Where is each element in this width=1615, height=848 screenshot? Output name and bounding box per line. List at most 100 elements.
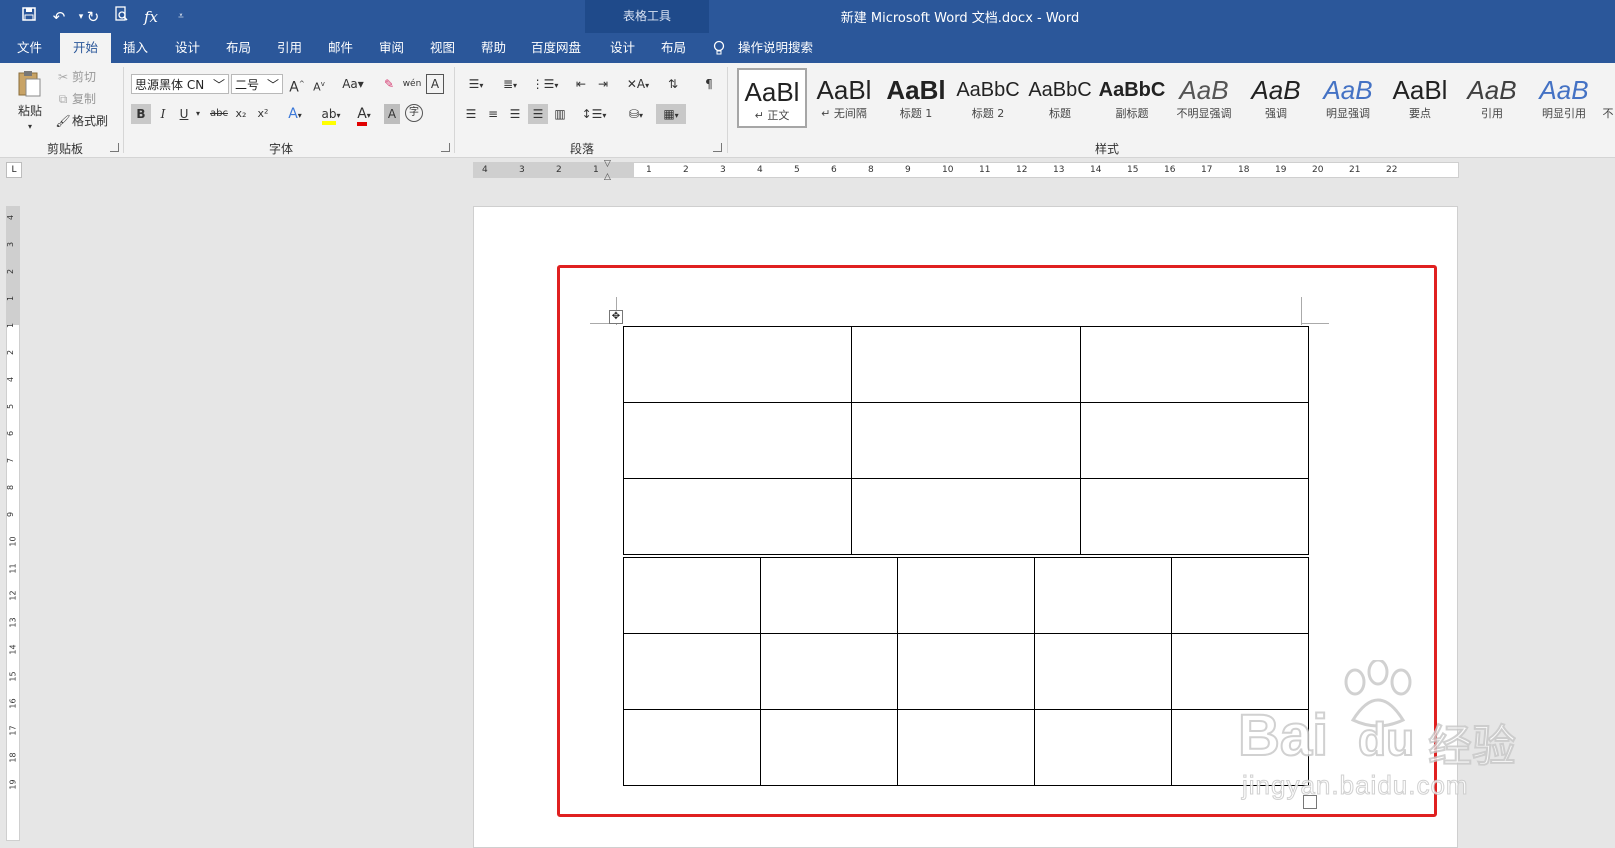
align-center-icon[interactable]: ≡ — [484, 104, 502, 124]
tab-mailings[interactable]: 邮件 — [315, 33, 366, 63]
tab-file[interactable]: 文件 — [4, 33, 55, 63]
justify-icon[interactable]: ☰ — [528, 104, 548, 124]
undo-icon[interactable]: ↶ — [48, 6, 70, 28]
horizontal-ruler[interactable]: ▽ △ 4 3 2 1 1 2 3 4 5 6 8 9 10 11 12 13 14 15 16 17 18 19 20 21… — [473, 159, 1459, 182]
line-spacing-icon: ↕☰ — [581, 107, 603, 121]
ruler-tick-label: 4 — [6, 376, 16, 383]
tab-view[interactable]: 视图 — [417, 33, 468, 63]
strikethrough-button[interactable]: abc — [208, 104, 230, 124]
italic-button[interactable]: I — [153, 104, 173, 124]
style-name: 强调 — [1265, 107, 1287, 120]
style-name: 标题 1 — [899, 107, 933, 120]
highlight-color-button[interactable]: ab▾ — [316, 104, 346, 125]
tab-design[interactable]: 设计 — [162, 33, 213, 63]
copy-button[interactable]: 复制 — [72, 89, 96, 109]
redo-icon[interactable]: ↻ — [82, 6, 104, 28]
style-partial[interactable]: 不 — [1601, 68, 1615, 128]
watermark: Bai du 经验 jingyan.baidu.com — [1237, 660, 1558, 801]
ruler-tick-label: 15 — [8, 671, 18, 682]
style-intense-emphasis[interactable]: AaB 明显强调 — [1313, 68, 1383, 128]
borders-icon: ▦ — [663, 107, 675, 121]
title-bar: ↶ ▾ ↻ fx ⩡ 表格工具 新建 Microsoft Word 文档.doc… — [0, 0, 1615, 63]
line-spacing-button[interactable]: ↕☰▾ — [580, 104, 608, 124]
style-title[interactable]: AaBbC 标题 — [1025, 68, 1095, 128]
clear-format-icon[interactable]: ✎ — [380, 74, 398, 94]
style-quote[interactable]: AaB 引用 — [1457, 68, 1527, 128]
multilevel-list-button[interactable]: ⋮☰▾ — [530, 74, 560, 94]
chinese-layout-button[interactable]: ✕A▾ — [624, 74, 652, 94]
tab-baidu-netdisk[interactable]: 百度网盘 — [518, 33, 594, 63]
tab-insert[interactable]: 插入 — [110, 33, 161, 63]
clipboard-icon[interactable] — [14, 69, 44, 99]
style-heading-1[interactable]: AaBl 标题 1 — [881, 68, 951, 128]
show-marks-icon[interactable]: ¶ — [700, 74, 718, 94]
style-sample: AaBbC — [956, 79, 1020, 101]
ruler-tick-label: 2 — [6, 268, 16, 275]
sort-icon[interactable]: ⇅ — [664, 74, 682, 94]
character-shading-button[interactable]: A — [384, 104, 400, 124]
style-emphasis[interactable]: AaB 强调 — [1241, 68, 1311, 128]
bold-button[interactable]: B — [131, 104, 151, 124]
style-subtle-emphasis[interactable]: AaB 不明显强调 — [1169, 68, 1239, 128]
font-color-button[interactable]: A▾ — [350, 104, 378, 126]
tab-table-layout[interactable]: 布局 — [648, 33, 699, 63]
tab-table-design[interactable]: 设计 — [597, 33, 648, 63]
tab-layout[interactable]: 布局 — [213, 33, 264, 63]
paste-dropdown-icon[interactable]: ▾ — [22, 117, 38, 137]
tab-selector-icon[interactable]: L — [6, 162, 22, 178]
vertical-ruler[interactable]: 4 3 2 1 1 2 4 5 6 7 8 9 10 11 12 13 14 15 16 17 18 19 — [6, 206, 20, 841]
style-normal[interactable]: AaBl ↵ 正文 — [737, 68, 807, 128]
highlighter-icon: ab — [321, 107, 337, 125]
font-name-combo[interactable]: 思源黑体 CN ﹀ — [131, 74, 229, 94]
tab-review[interactable]: 审阅 — [366, 33, 417, 63]
align-left-icon[interactable]: ☰ — [462, 104, 480, 124]
borders-button[interactable]: ▦▾ — [656, 104, 686, 124]
tab-references[interactable]: 引用 — [264, 33, 315, 63]
grow-font-button[interactable]: A^ — [288, 74, 306, 96]
save-icon[interactable] — [18, 6, 40, 28]
print-preview-icon[interactable] — [110, 6, 132, 28]
subscript-button[interactable]: x₂ — [232, 104, 250, 124]
style-name: 不 — [1602, 107, 1614, 120]
paragraph-launcher-icon[interactable] — [713, 143, 722, 152]
style-heading-2[interactable]: AaBbC 标题 2 — [953, 68, 1023, 128]
tell-me-search[interactable]: 操作说明搜索 — [738, 33, 813, 63]
style-intense-quote[interactable]: AaB 明显引用 — [1529, 68, 1599, 128]
hanging-indent-icon[interactable]: △ — [604, 172, 611, 182]
style-strong[interactable]: AaBl 要点 — [1385, 68, 1455, 128]
clipboard-launcher-icon[interactable] — [110, 143, 119, 152]
font-launcher-icon[interactable] — [441, 143, 450, 152]
align-right-icon[interactable]: ☰ — [506, 104, 524, 124]
shading-button[interactable]: ⛁▾ — [622, 104, 650, 124]
text-effects-button[interactable]: A▾ — [283, 104, 307, 124]
underline-dropdown-icon[interactable]: ▾ — [193, 104, 203, 124]
ruler-tick-label: 16 — [1164, 165, 1176, 175]
enclose-characters-button[interactable]: 字 — [405, 104, 423, 122]
ruler-tick-label: 1 — [6, 295, 16, 302]
ruler-tick-label: 12 — [1016, 165, 1028, 175]
style-no-spacing[interactable]: AaBl ↵ 无间隔 — [809, 68, 879, 128]
ruler-tick-label: 21 — [1349, 165, 1361, 175]
change-case-button[interactable]: Aa▾ — [340, 74, 366, 94]
increase-indent-icon[interactable]: ⇥ — [594, 74, 612, 94]
decrease-indent-icon[interactable]: ⇤ — [572, 74, 590, 94]
format-painter-button[interactable]: 格式刷 — [72, 111, 108, 131]
divider — [454, 67, 455, 153]
character-border-button[interactable]: A — [426, 74, 444, 94]
customize-qat-icon[interactable]: ⩡ — [170, 6, 192, 28]
first-line-indent-icon[interactable]: ▽ — [604, 159, 611, 169]
font-size-combo[interactable]: 二号 ﹀ — [231, 74, 283, 94]
superscript-button[interactable]: x² — [254, 104, 272, 124]
numbering-button[interactable]: ≣▾ — [496, 74, 524, 94]
bullets-button[interactable]: ☰▾ — [462, 74, 490, 94]
tab-help[interactable]: 帮助 — [468, 33, 519, 63]
shrink-font-button[interactable]: Av — [310, 74, 328, 94]
cut-button[interactable]: 剪切 — [72, 67, 96, 87]
distributed-icon[interactable]: ▥ — [551, 104, 569, 124]
formula-icon[interactable]: fx — [140, 6, 162, 28]
chevron-down-icon: ﹀ — [266, 78, 279, 92]
underline-button[interactable]: U — [175, 104, 193, 124]
phonetic-guide-button[interactable]: wén — [402, 74, 422, 94]
tab-home[interactable]: 开始 — [60, 33, 112, 63]
style-subtitle[interactable]: AaBbC 副标题 — [1097, 68, 1167, 128]
